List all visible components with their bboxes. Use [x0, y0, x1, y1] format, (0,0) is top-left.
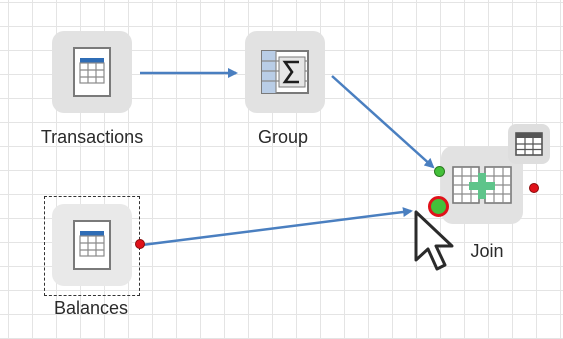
- mouse-cursor-icon: [414, 210, 454, 271]
- balances-output-port[interactable]: [135, 239, 145, 249]
- connection-balances-join[interactable]: [141, 207, 413, 247]
- balances-label: Balances: [53, 298, 129, 318]
- join-output-preview[interactable]: [508, 124, 550, 164]
- join-tables-icon: [452, 166, 512, 204]
- balances-tile[interactable]: [52, 204, 132, 286]
- sigma-table-icon: [261, 50, 309, 94]
- connection-group-join[interactable]: [331, 75, 435, 169]
- join-label: Join: [470, 241, 504, 261]
- transactions-tile[interactable]: [52, 31, 132, 113]
- table-icon: [515, 132, 543, 156]
- join-output-port[interactable]: [529, 183, 539, 193]
- join-input-port-top[interactable]: [434, 166, 445, 177]
- transactions-label: Transactions: [40, 127, 144, 147]
- table-document-icon: [73, 220, 111, 270]
- workflow-canvas[interactable]: Transactions Group Balances Join: [0, 0, 563, 339]
- group-tile[interactable]: [245, 31, 325, 113]
- table-document-icon: [73, 47, 111, 97]
- group-label: Group: [257, 127, 309, 147]
